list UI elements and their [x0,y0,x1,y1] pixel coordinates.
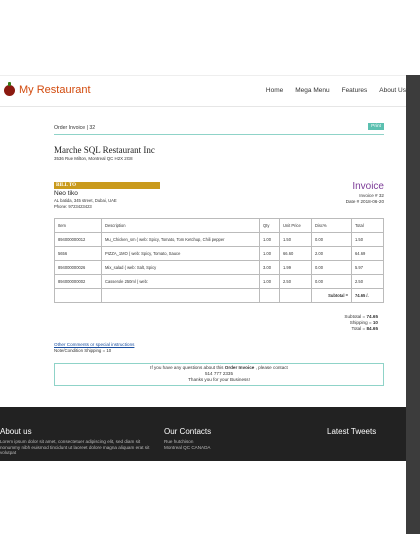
table-row: 894000000002 Casserole 250ml ( web: 1.00… [54,274,384,289]
cell-qty: 1.00 [259,232,280,247]
brand-name: My Restaurant [19,84,91,96]
totals-shipping-value: 10 [372,320,378,325]
cell-total: 2.50 [351,274,384,289]
cell-unit-price: 66.60 [279,246,312,261]
table-row: 894000000026 Mix_salad ( web: Salt, Spic… [54,260,384,275]
cell-qty: 1.00 [259,274,280,289]
footer-about-title: About us [0,427,32,436]
cell-disc: 0.00 [311,260,352,275]
table-row: 894000000012 Mu_Chicken_sm ( web: Spicy,… [54,232,384,247]
customer-address: AL batida, 345 street, Dubai, UAE [54,198,117,203]
cell-item: 5656 [54,246,102,261]
footer: About us Lorem ipsum dolor sit amet, con… [0,407,406,461]
totals-subtotal-value: 74.65 [366,314,379,319]
thanks-message: Thanks you for your Business! [188,377,250,382]
print-button[interactable]: Print [368,123,384,130]
other-comments-link[interactable]: Other Comments or special instructions [54,342,134,347]
brand[interactable]: My Restaurant [4,81,91,96]
empty-cell [259,288,280,303]
cell-item: 894000000012 [54,232,102,247]
nav-item-mega-menu[interactable]: Mega Menu [295,87,329,94]
nav-item-about-us[interactable]: About Us [379,87,406,94]
contact-text-bold: Order Invoice [224,365,255,370]
company-name: Marche SQL Restaurant Inc [54,145,155,155]
table-row: 5656 PIZZA_1MO ( web: Spicy, Tomato, Sau… [54,246,384,261]
cell-unit-price: 2.50 [279,274,312,289]
shipping-note: Note/Condition Shipping = 10 [54,348,112,353]
footer-tweets: Latest Tweets [327,427,402,436]
bill-to-label: BILL TO [54,182,160,189]
col-header-disc: Disc% [311,218,352,233]
empty-cell [101,288,260,303]
totals-total-value: 84.65 [366,326,379,331]
nav-item-home[interactable]: Home [266,87,283,94]
table-header-row: Item Description Qty Unit Price Disc% To… [54,218,384,233]
cell-item: 894000000026 [54,260,102,275]
cell-description: Mix_salad ( web: Salt, Spicy [101,260,260,275]
footer-contacts-title: Our Contacts [164,427,212,436]
invoice-header: Order Invoice | 32 Print [54,122,384,135]
items-table: Item Description Qty Unit Price Disc% To… [54,218,384,303]
footer-contacts: Our Contacts Rue hutchison Montreal QC C… [164,427,274,450]
cell-description: PIZZA_1MO ( web: Spicy, Tomato, Sauce [101,246,260,261]
cell-item: 894000000002 [54,274,102,289]
footer-tweets-title: Latest Tweets [327,427,377,436]
cell-disc: 2.00 [311,246,352,261]
subtotal-value: 74.65 /. [351,288,384,303]
invoice-title: Order Invoice | 32 [54,125,96,131]
col-header-qty: Qty [259,218,280,233]
invoice-number: Invoice # 32 [359,193,384,198]
totals-total-label: Total = [351,326,366,331]
nav-item-features[interactable]: Features [342,87,368,94]
contact-text-post: , please contact [254,365,288,370]
footer-contact-city: Montreal QC CANADA [164,444,211,450]
cell-qty: 3.00 [259,260,280,275]
nav-menu: Home Mega Menu Features About Us [254,87,406,94]
cell-unit-price: 1.50 [279,232,312,247]
cell-unit-price: 1.99 [279,260,312,275]
invoice-date: Date # 2018-06-20 [345,199,384,204]
totals-shipping-label: Shipping = [349,320,372,325]
cell-disc: 0.00 [311,274,352,289]
col-header-total: Total [351,218,384,233]
footer-about-text: Lorem ipsum dolor sit amet, consectetuer… [0,439,150,455]
page-scrollbar[interactable] [406,75,420,534]
invoice-heading: Invoice [352,181,384,192]
footer-about: About us Lorem ipsum dolor sit amet, con… [0,427,150,455]
cell-total: 1.50 [351,232,384,247]
cell-description: Casserole 250ml ( web: [101,274,260,289]
col-header-unit-price: Unit Price [279,218,312,233]
company-address: 3536 Rue Milton, Montreal QC H2X 2G8 [54,156,133,161]
col-header-item: Item [54,218,102,233]
cell-disc: 0.00 [311,232,352,247]
contact-text-pre: If you have any questions about this [150,365,225,370]
totals-subtotal-label: Subtotal = [344,314,366,319]
top-navbar: My Restaurant Home Mega Menu Features Ab… [0,75,406,107]
cell-total: 64.69 [351,246,384,261]
invoice-panel: Order Invoice | 32 Print Marche SQL Rest… [54,122,384,386]
cell-description: Mu_Chicken_sm ( web: Spicy, Tomato, Tom … [101,232,260,247]
empty-cell [279,288,312,303]
cell-qty: 1.00 [259,246,280,261]
customer-phone: Phone: 9723423423 [54,204,92,209]
empty-cell [54,288,102,303]
contact-box: If you have any questions about this Ord… [54,363,384,386]
col-header-description: Description [101,218,260,233]
subtotal-label: Subtotal = [311,288,352,303]
tomato-logo-icon [4,81,15,96]
cell-total: 5.97 [351,260,384,275]
subtotal-row: Subtotal = 74.65 /. [54,288,384,303]
totals-block: Subtotal = 74.65 Shipping = 10 Total = 8… [344,314,378,332]
customer-name: Neo tiko [54,190,78,197]
